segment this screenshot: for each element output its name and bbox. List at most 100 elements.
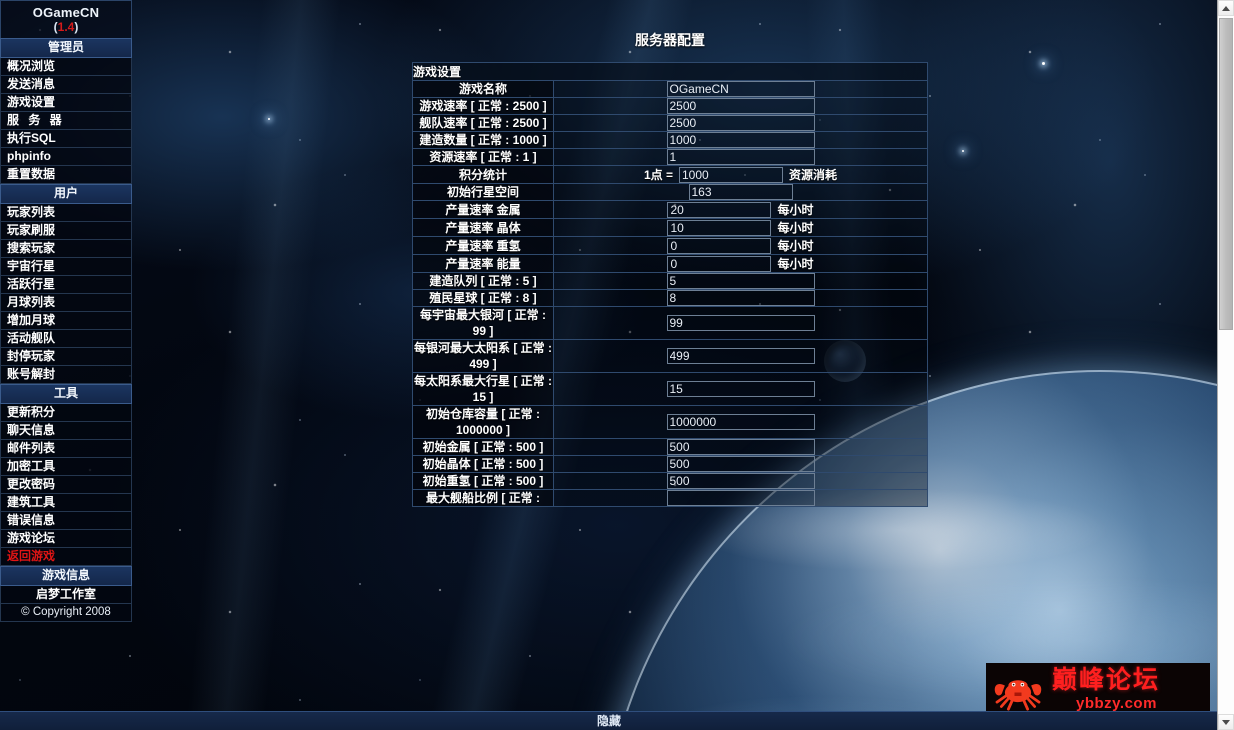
config-row: 舰队速率 [ 正常 : 2500 ]	[412, 114, 928, 132]
config-row-label: 每太阳系最大行星 [ 正常 : 15 ]	[412, 372, 554, 406]
config-input-11[interactable]	[666, 273, 815, 289]
config-input-0[interactable]	[666, 81, 815, 97]
page-title: 服务器配置	[635, 32, 705, 48]
sidebar-item-3-2[interactable]: 加密工具	[0, 457, 132, 476]
config-row-controls	[554, 414, 927, 430]
config-input-18[interactable]	[666, 456, 815, 472]
sidebar-item-1-1[interactable]: 玩家刷服	[0, 221, 132, 240]
sidebar-item-4-2[interactable]: 更改密码	[0, 475, 132, 494]
config-input-5[interactable]	[679, 166, 783, 183]
config-row-controls: 每小时	[554, 201, 927, 218]
config-input-20[interactable]	[666, 490, 815, 506]
config-row-controls	[554, 290, 927, 306]
config-input-13[interactable]	[666, 315, 815, 331]
config-table: 游戏设置游戏名称游戏速率 [ 正常 : 2500 ]舰队速率 [ 正常 : 25…	[412, 62, 928, 507]
sidebar-item-5-2[interactable]: 建筑工具	[0, 493, 132, 512]
config-row-controls: 1点 = 资源消耗	[554, 166, 927, 183]
config-row-controls	[554, 381, 927, 397]
sidebar-item-0-0[interactable]: 概况浏览	[0, 57, 132, 76]
config-row: 游戏名称	[412, 80, 928, 98]
config-input-15[interactable]	[666, 381, 815, 397]
config-row-controls: 每小时	[554, 237, 927, 254]
config-row: 产量速率 金属 每小时	[412, 200, 928, 219]
config-row-value-cell: 每小时	[553, 236, 928, 255]
config-input-4[interactable]	[666, 149, 815, 165]
sidebar-item-0-2[interactable]: 更新积分	[0, 403, 132, 422]
config-row-label: 积分统计	[412, 165, 554, 184]
config-input-8[interactable]	[667, 219, 772, 236]
scrollbar-thumb[interactable]	[1219, 18, 1233, 330]
config-row-label: 每银河最大太阳系 [ 正常 : 499 ]	[412, 339, 554, 373]
config-input-7[interactable]	[667, 201, 772, 218]
config-row-value-cell: 每小时	[553, 200, 928, 219]
sidebar-item-7-1[interactable]: 活动舰队	[0, 329, 132, 348]
sidebar-item-4-0[interactable]: 执行SQL	[0, 129, 132, 148]
config-row-label: 资源速率 [ 正常 : 1 ]	[412, 148, 554, 166]
config-input-9[interactable]	[667, 237, 772, 254]
brand-version-number: 1.4	[57, 19, 75, 34]
config-group-header: 游戏设置	[412, 62, 928, 81]
config-row-value-cell	[553, 183, 928, 201]
page-scrollbar[interactable]	[1217, 0, 1234, 730]
config-input-16[interactable]	[666, 414, 815, 430]
sidebar-item-1-0[interactable]: 发送消息	[0, 75, 132, 94]
config-row-unit: 资源消耗	[789, 168, 838, 182]
config-row-label: 建造数量 [ 正常 : 1000 ]	[412, 131, 554, 149]
sidebar-item-2-2[interactable]: 邮件列表	[0, 439, 132, 458]
config-row-label: 初始重氢 [ 正常 : 500 ]	[412, 472, 554, 490]
config-row: 积分统计 1点 = 资源消耗	[412, 165, 928, 184]
sidebar-item-5-0[interactable]: phpinfo	[0, 147, 132, 166]
config-input-17[interactable]	[666, 439, 815, 455]
config-input-2[interactable]	[666, 115, 815, 131]
sidebar-item-2-1[interactable]: 搜索玩家	[0, 239, 132, 258]
sidebar-item-7-2[interactable]: 游戏论坛	[0, 529, 132, 548]
config-row-label: 游戏速率 [ 正常 : 2500 ]	[412, 97, 554, 115]
config-row-value-cell	[553, 438, 928, 456]
sidebar-item-1-2[interactable]: 聊天信息	[0, 421, 132, 440]
config-row-controls	[554, 132, 927, 148]
sidebar-item-3-0[interactable]: 服 务 器	[0, 111, 132, 130]
config-row-value-cell	[553, 489, 928, 507]
scroll-up-button[interactable]	[1218, 0, 1234, 16]
config-input-10[interactable]	[667, 255, 772, 272]
bright-star	[268, 118, 270, 120]
config-row-value-cell: 每小时	[553, 218, 928, 237]
sidebar-item-6-2[interactable]: 错误信息	[0, 511, 132, 530]
config-input-12[interactable]	[666, 290, 815, 306]
config-input-6[interactable]	[688, 184, 793, 200]
sidebar-item-8-2[interactable]: 返回游戏	[0, 547, 132, 566]
sidebar-item-5-1[interactable]: 月球列表	[0, 293, 132, 312]
config-input-3[interactable]	[666, 132, 815, 148]
sidebar-section-heading: 管理员	[0, 37, 132, 58]
config-input-19[interactable]	[666, 473, 815, 489]
config-input-14[interactable]	[666, 348, 815, 364]
scroll-down-button[interactable]	[1218, 714, 1234, 730]
sidebar-nav: 管理员 概况浏览 发送消息 游戏设置服 务 器执行SQL phpinfo 重置数据 用户 玩家…	[0, 37, 132, 566]
sidebar-item-3-1[interactable]: 宇宙行星	[0, 257, 132, 276]
config-group-row: 游戏设置	[412, 62, 928, 81]
config-row-label: 最大舰船比例 [ 正常 :	[412, 489, 554, 507]
config-input-1[interactable]	[666, 98, 815, 114]
config-row-value-cell	[553, 405, 928, 439]
sidebar-item-0-1[interactable]: 玩家列表	[0, 203, 132, 222]
config-row: 初始行星空间	[412, 183, 928, 201]
sidebar-item-6-1[interactable]: 增加月球	[0, 311, 132, 330]
config-row-controls	[554, 184, 927, 200]
config-row-label: 殖民星球 [ 正常 : 8 ]	[412, 289, 554, 307]
config-row: 每太阳系最大行星 [ 正常 : 15 ]	[412, 372, 928, 406]
config-row-value-cell	[553, 97, 928, 115]
sidebar-item-8-1[interactable]: 封停玩家	[0, 347, 132, 366]
sidebar-copyright: © Copyright 2008	[0, 603, 132, 622]
config-row: 产量速率 重氢 每小时	[412, 236, 928, 255]
crab-icon	[994, 680, 1042, 711]
config-row-controls	[554, 81, 927, 97]
sidebar-item-2-0[interactable]: 游戏设置	[0, 93, 132, 112]
config-row-unit: 每小时	[777, 257, 814, 271]
bottom-status-bar[interactable]: 隐藏	[0, 711, 1218, 730]
sidebar: OGameCN (1.4) 管理员 概况浏览 发送消息 游戏设置服 务 器执行SQL p…	[0, 0, 132, 622]
sidebar-item-9-1[interactable]: 账号解封	[0, 365, 132, 384]
watermark-text: 巅峰论坛 ybbzy.com	[1052, 667, 1160, 711]
sidebar-item-6-0[interactable]: 重置数据	[0, 165, 132, 184]
sidebar-item-4-1[interactable]: 活跃行星	[0, 275, 132, 294]
sidebar-section-heading: 工具	[0, 383, 132, 404]
